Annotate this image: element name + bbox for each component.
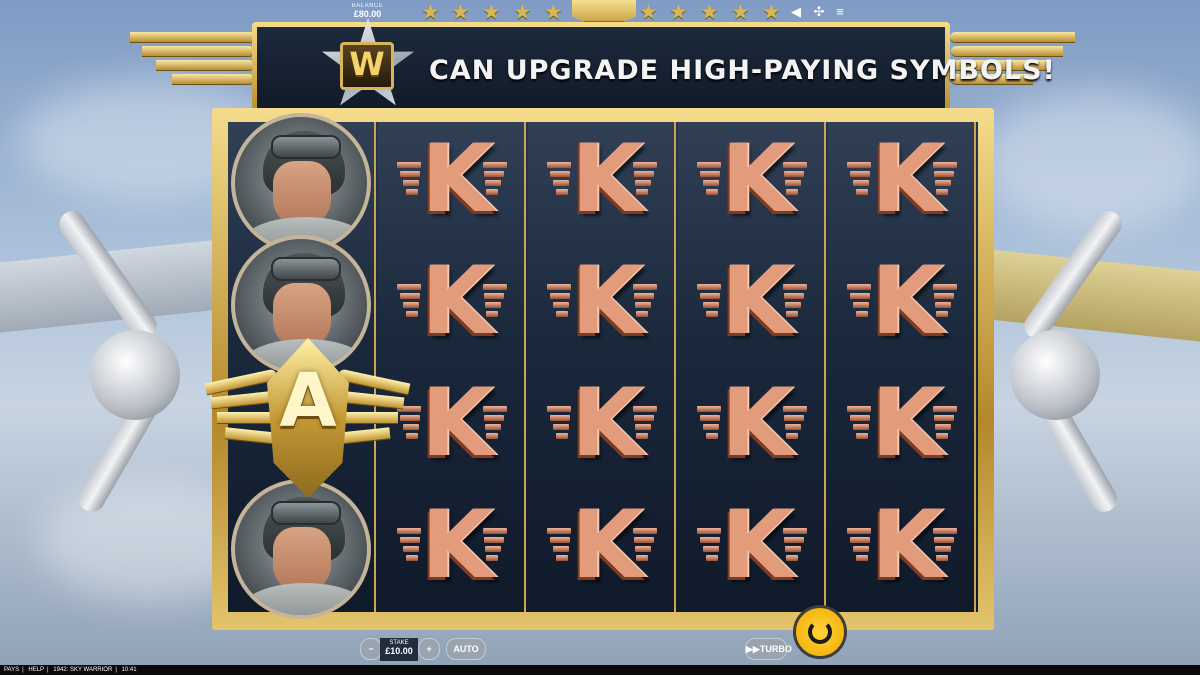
pilot-portrait [231, 113, 371, 253]
k-letter: K [421, 491, 494, 600]
rank-star-icon: ★ [731, 1, 750, 24]
background-cloud [980, 90, 1200, 230]
spin-arrow-icon [808, 620, 832, 644]
reel-column: KKKK [828, 122, 976, 612]
ace-letter: A [279, 358, 337, 444]
k-wing-icon [397, 528, 423, 564]
top-bar: BALANCE £80.00 ★ ★ ★ ★ ★ ★ ★ ★ ★ ★ ◀ ✣ ≡ [0, 0, 1200, 30]
auto-button[interactable]: AUTO [446, 638, 486, 660]
k-letter: K [421, 125, 494, 234]
rank-star-icon: ★ [639, 1, 658, 24]
ace-symbol: A [204, 330, 411, 500]
k-symbol: K [678, 366, 826, 488]
reel-column: KKKK [678, 122, 826, 612]
k-wing-icon [847, 284, 873, 320]
k-symbol: K [528, 366, 676, 488]
k-wing-icon [547, 284, 573, 320]
balance-display: BALANCE £80.00 [345, 3, 390, 19]
rank-star-icon: ★ [513, 1, 532, 24]
k-letter: K [721, 491, 794, 600]
k-symbol: K [828, 122, 976, 244]
k-letter: K [871, 491, 944, 600]
k-wing-icon [847, 528, 873, 564]
footer-separator: | [115, 667, 117, 673]
k-symbol: K [828, 366, 976, 488]
k-letter: K [871, 369, 944, 478]
k-letter: K [871, 247, 944, 356]
k-letter: K [421, 247, 494, 356]
k-letter: K [721, 125, 794, 234]
k-symbol: K [378, 488, 526, 610]
rank-star-icon: ★ [669, 1, 688, 24]
clock: 10:41 [121, 667, 137, 673]
k-letter: K [421, 369, 494, 478]
k-wing-icon [547, 406, 573, 442]
k-symbol: K [828, 244, 976, 366]
turbo-label: TURBO [759, 644, 792, 654]
menu-icon[interactable]: ≡ [832, 4, 848, 20]
footer-bar: PAYS | HELP | 1942: SKY WARRIOR | 10:41 [0, 665, 1200, 675]
stake-increase-button[interactable]: + [418, 638, 440, 660]
k-letter: K [721, 247, 794, 356]
pilot-portrait [231, 479, 371, 619]
rank-star-icon: ★ [451, 1, 470, 24]
turbo-icon: ▶▶ [746, 644, 760, 654]
k-letter: K [871, 125, 944, 234]
k-wing-icon [697, 406, 723, 442]
stake-display: STAKE £10.00 [380, 638, 418, 661]
balance-value: £80.00 [353, 9, 382, 19]
k-letter: K [571, 491, 644, 600]
pays-link[interactable]: PAYS [4, 667, 19, 673]
sound-icon[interactable]: ◀ [788, 4, 804, 20]
rank-star-icon: ★ [482, 1, 501, 24]
control-bar: − STAKE £10.00 + AUTO ▶▶TURBO [0, 633, 1200, 663]
banner-message: CAN UPGRADE HIGH-PAYING SYMBOLS! [429, 55, 1056, 86]
k-wing-icon [397, 162, 423, 198]
rank-star-icon: ★ [421, 1, 440, 24]
rank-star-icon: ★ [700, 1, 719, 24]
k-symbol: K [828, 488, 976, 610]
k-letter: K [571, 125, 644, 234]
k-symbol: K [528, 122, 676, 244]
k-wing-icon [697, 162, 723, 198]
rank-star-icon: ★ [762, 1, 781, 24]
reel-column: KKKK [528, 122, 676, 612]
pilot-symbol [228, 479, 376, 619]
k-wing-icon [847, 406, 873, 442]
k-symbol: K [678, 122, 826, 244]
k-wing-icon [847, 162, 873, 198]
pilot-symbol [228, 113, 376, 253]
balance-label: BALANCE [351, 3, 384, 9]
k-symbol: K [378, 122, 526, 244]
k-wing-icon [547, 528, 573, 564]
k-wing-icon [397, 284, 423, 320]
k-symbol: K [678, 488, 826, 610]
k-symbol: K [528, 488, 676, 610]
stake-value: £10.00 [385, 646, 413, 656]
k-wing-icon [697, 284, 723, 320]
k-letter: K [571, 369, 644, 478]
stake-decrease-button[interactable]: − [360, 638, 382, 660]
k-wing-icon [697, 528, 723, 564]
k-letter: K [721, 369, 794, 478]
gold-wing-left [120, 28, 260, 88]
k-symbol: K [678, 244, 826, 366]
rank-star-icon: ★ [544, 1, 563, 24]
k-wing-icon [547, 162, 573, 198]
footer-separator: | [22, 667, 24, 673]
footer-separator: | [47, 667, 49, 673]
fullscreen-icon[interactable]: ✣ [811, 4, 827, 20]
game-name: 1942: SKY WARRIOR [53, 667, 113, 673]
help-link[interactable]: HELP [28, 667, 44, 673]
k-symbol: K [528, 244, 676, 366]
wild-badge-letter: W [349, 45, 385, 83]
turbo-button[interactable]: ▶▶TURBO [745, 638, 792, 660]
k-letter: K [571, 247, 644, 356]
spin-button[interactable] [793, 605, 847, 659]
